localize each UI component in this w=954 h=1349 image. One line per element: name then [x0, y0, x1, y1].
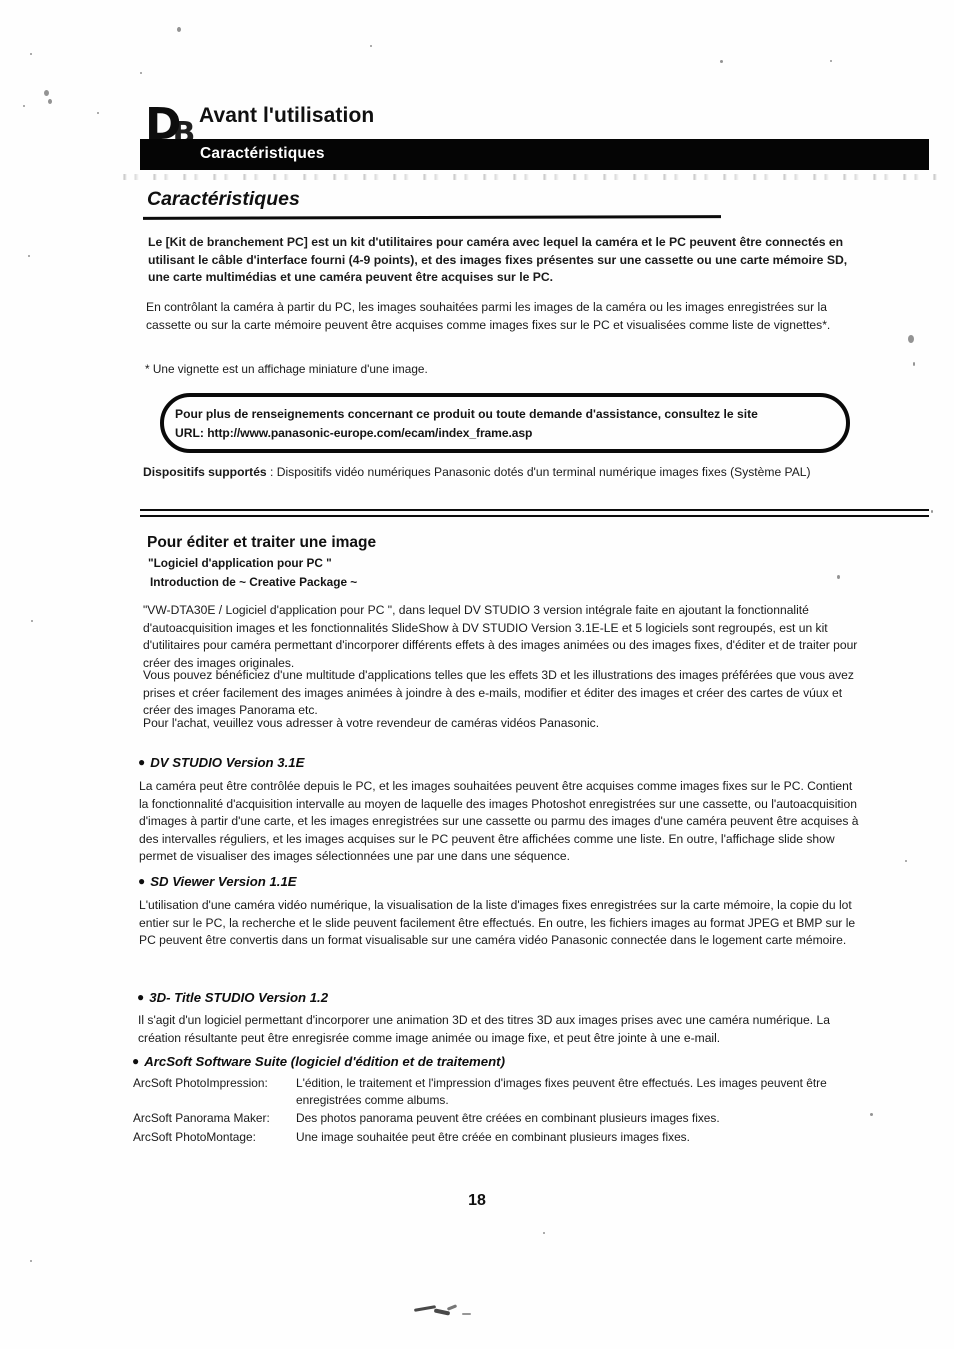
callout-line-1: Pour plus de renseignements concernant c…: [175, 407, 758, 421]
scan-speck: [31, 620, 33, 622]
scan-speck: [28, 255, 30, 257]
scan-smudge: [446, 1304, 458, 1311]
product-heading-3d-title-studio: ● 3D- Title STUDIO Version 1.2: [137, 990, 328, 1005]
callout-url-label: URL:: [175, 425, 204, 440]
scan-speck: [30, 1260, 32, 1262]
callout-line-2: URL: http://www.panasonic-europe.com/eca…: [175, 424, 845, 443]
intro-paragraph-2: En contrôlant la caméra à partir du PC, …: [146, 300, 831, 332]
arcsoft-table: ArcSoft PhotoImpression: L'édition, le t…: [133, 1075, 873, 1146]
editing-heading: Pour éditer et traiter une image: [147, 534, 377, 551]
scan-grime-band: [120, 174, 940, 180]
page-header: DB Avant l'utilisation Caractéristiques …: [0, 0, 954, 220]
arcsoft-product-description: L'édition, le traitement et l'impression…: [296, 1076, 827, 1108]
scan-speck: [908, 335, 914, 343]
info-callout-text: Pour plus de renseignements concernant c…: [175, 405, 845, 442]
table-row: ArcSoft PhotoImpression: L'édition, le t…: [133, 1075, 873, 1109]
bullet-dot-icon: ●: [132, 1054, 140, 1068]
arcsoft-title: ArcSoft Software Suite (logiciel d'éditi…: [144, 1054, 505, 1069]
editing-paragraph-3: Pour l'achat, veuillez vous adresser à v…: [143, 716, 600, 730]
product-heading-arcsoft: ● ArcSoft Software Suite (logiciel d'édit…: [132, 1054, 505, 1069]
scan-speck: [931, 510, 933, 513]
page-title: Caractéristiques: [147, 188, 300, 210]
intro-paragraph-1: Le [Kit de branchement PC] est un kit d'…: [148, 235, 848, 285]
scan-smudge: [462, 1313, 471, 1315]
editing-subheading-2: Introduction de ~ Creative Package ~: [150, 575, 358, 589]
supported-devices-line: Dispositifs supportés : Dispositifs vidé…: [143, 465, 811, 479]
document-page: DB Avant l'utilisation Caractéristiques …: [0, 0, 954, 1349]
bullet-dot-icon: ●: [138, 874, 146, 888]
product-heading-dv-studio: ● DV STUDIO Version 3.1E: [138, 755, 304, 770]
arcsoft-product-label: ArcSoft Panorama Maker:: [133, 1111, 270, 1126]
product-title: 3D- Title STUDIO Version 1.2: [149, 990, 329, 1005]
scan-speck: [905, 860, 907, 862]
product-body-sd-viewer: L'utilisation d'une caméra vidéo numériq…: [139, 898, 856, 948]
bullet-dot-icon: ●: [138, 755, 146, 769]
product-title: DV STUDIO Version 3.1E: [150, 755, 305, 770]
section-divider-rule: [140, 509, 929, 517]
supported-devices-value: Dispositifs vidéo numériques Panasonic d…: [276, 465, 811, 479]
product-heading-sd-viewer: ● SD Viewer Version 1.1E: [138, 874, 297, 889]
editing-paragraph-2: Vous pouvez bénéficiez d'une multitude d…: [143, 668, 854, 718]
scan-speck: [543, 1232, 545, 1234]
product-body-3d-title-studio: Il s'agit d'un logiciel permettant d'inc…: [138, 1013, 830, 1045]
scan-smudge: [413, 1305, 437, 1312]
product-body-dv-studio: La caméra peut être contrôlée depuis le …: [139, 779, 859, 864]
page-number: 18: [468, 1192, 486, 1209]
editing-paragraph-1: "VW-DTA30E / Logiciel d'application pour…: [143, 603, 858, 670]
callout-url: http://www.panasonic-europe.com/ecam/ind…: [207, 425, 533, 440]
supported-devices-label: Dispositifs supportés: [143, 465, 267, 479]
supported-devices-separator: :: [266, 465, 277, 479]
title-underline-rule: [142, 215, 722, 220]
table-row: ArcSoft Panorama Maker: Des photos panor…: [133, 1110, 873, 1127]
chapter-title: Avant l'utilisation: [199, 104, 375, 127]
arcsoft-product-label: ArcSoft PhotoMontage:: [133, 1129, 256, 1144]
scan-speck: [837, 575, 840, 579]
bullet-dot-icon: ●: [137, 990, 145, 1004]
section-bar-label: Caractéristiques: [200, 145, 325, 162]
product-title: SD Viewer Version 1.1E: [150, 874, 297, 889]
arcsoft-product-description: Une image souhaitée peut être créée en c…: [296, 1129, 690, 1144]
arcsoft-product-label: ArcSoft PhotoImpression:: [133, 1076, 268, 1090]
arcsoft-product-description: Des photos panorama peuvent être créées …: [296, 1111, 720, 1126]
editing-subheading-1: "Logiciel d'application pour PC ": [148, 556, 332, 570]
intro-footnote: * Une vignette est un affichage miniatur…: [145, 362, 428, 376]
divider-line-bottom: [140, 515, 929, 517]
table-row: ArcSoft PhotoMontage: Une image souhaité…: [133, 1129, 873, 1146]
scan-speck: [913, 362, 915, 366]
